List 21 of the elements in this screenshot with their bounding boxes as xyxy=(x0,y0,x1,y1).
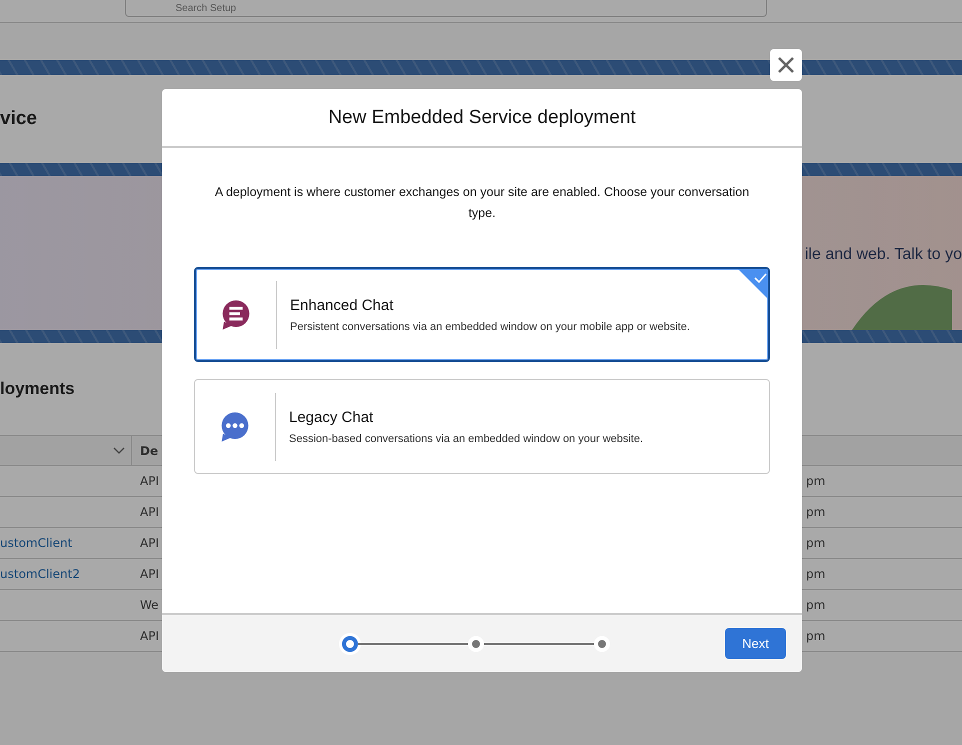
option-title: Legacy Chat xyxy=(289,408,374,426)
chevron-down-icon xyxy=(113,446,125,454)
option-card[interactable]: Enhanced Chat Persistent conversations via an embedded window on your mobile app or website. xyxy=(194,267,770,362)
deployment-link[interactable]: ustomClient2 xyxy=(0,567,80,581)
search-field[interactable]: Search Setup xyxy=(124,0,766,17)
chat-bubble-dots-icon xyxy=(219,410,251,442)
banner-text: ile and web. Talk to yo xyxy=(804,246,962,264)
chat-bubble-lines-icon xyxy=(220,298,252,330)
close-icon xyxy=(776,55,796,75)
checkmark-icon xyxy=(738,269,768,299)
close-button[interactable] xyxy=(770,49,802,81)
option-description: Persistent conversations via an embedded window on your mobile app or website. xyxy=(290,320,690,332)
option-card[interactable]: Legacy Chat Session-based conversations via an embedded window on your website. xyxy=(194,379,770,474)
modal-title: New Embedded Service deployment xyxy=(328,106,636,128)
section-title: loyments xyxy=(0,379,75,399)
modal-description: A deployment is where customer exchanges on your site are enabled. Choose your conversation type. xyxy=(214,184,750,222)
option-description: Session-based conversations via an embedded window on your website. xyxy=(289,432,644,444)
deployment-link[interactable]: ustomClient xyxy=(0,536,72,550)
page-title: vice xyxy=(0,108,37,130)
next-button[interactable]: Next xyxy=(725,628,786,659)
option-title: Enhanced Chat xyxy=(290,296,394,314)
